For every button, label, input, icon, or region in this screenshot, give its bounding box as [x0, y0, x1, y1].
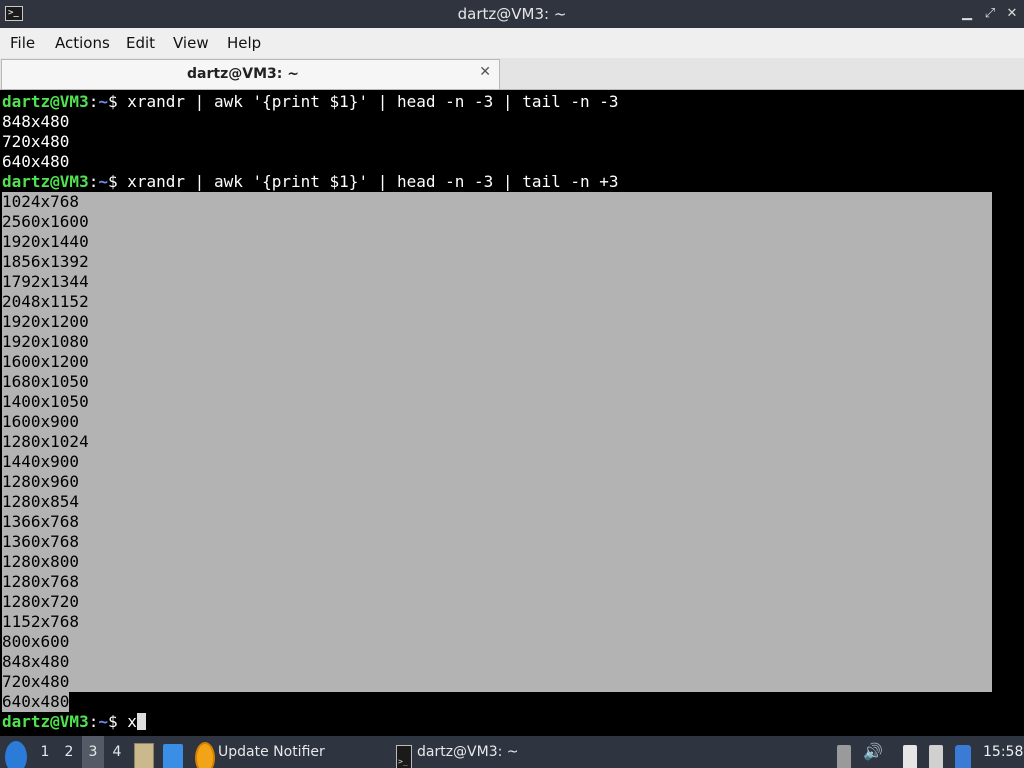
start-menu-icon[interactable] [5, 741, 27, 768]
output-line: 1280x768 [2, 572, 80, 591]
output-line: 800x600 [2, 632, 70, 651]
output-line: 1400x1050 [2, 392, 89, 411]
output-line: 1280x1024 [2, 432, 89, 451]
file-manager-icon[interactable] [134, 743, 154, 768]
update-notifier-icon [195, 742, 215, 768]
workspace-3[interactable]: 3 [82, 736, 104, 768]
window-title: dartz@VM3: ~ [457, 5, 567, 23]
workspace-2[interactable]: 2 [58, 736, 80, 768]
volume-icon[interactable]: 🔊 [863, 736, 883, 768]
workspace-1[interactable]: 1 [34, 736, 56, 768]
output-line: 1024x768 [2, 192, 80, 211]
output-line: 1792x1344 [2, 272, 89, 291]
output-line: 1680x1050 [2, 372, 89, 391]
command-input-text: x [127, 712, 137, 731]
command-text: xrandr | awk '{print $1}' | head -n -3 |… [127, 92, 619, 111]
output-line: 1280x854 [2, 492, 80, 511]
menu-help[interactable]: Help [227, 34, 261, 52]
output-line: 1280x720 [2, 592, 80, 611]
taskbar: 1 2 3 4 Update Notifier >_ dartz@VM3: ~ … [0, 736, 1024, 768]
tab-close-icon[interactable]: ✕ [479, 64, 491, 80]
output-line: 1600x900 [2, 412, 80, 431]
tab-title: dartz@VM3: ~ [187, 66, 299, 82]
output-line: 1366x768 [2, 512, 80, 531]
clock[interactable]: 15:58 [983, 736, 1023, 768]
show-desktop-icon[interactable] [163, 744, 183, 768]
output-line: 1280x960 [2, 472, 80, 491]
output-line: 1152x768 [2, 612, 80, 631]
text-selection [2, 192, 992, 692]
tab-terminal[interactable]: dartz@VM3: ~ ✕ [1, 59, 500, 89]
task-label: dartz@VM3: ~ [417, 744, 519, 760]
terminal-icon: >_ [396, 745, 412, 768]
output-line: 720x480 [2, 672, 70, 691]
text-cursor [136, 713, 146, 730]
tab-bar: dartz@VM3: ~ ✕ [0, 58, 1024, 90]
output-line: 1440x900 [2, 452, 80, 471]
output-line: 1360x768 [2, 532, 80, 551]
output-line: 2560x1600 [2, 212, 89, 231]
close-button[interactable]: ✕ [1003, 5, 1021, 23]
output-line: 1856x1392 [2, 252, 89, 271]
task-terminal[interactable]: >_ dartz@VM3: ~ [392, 736, 582, 768]
task-label: Update Notifier [218, 744, 325, 760]
output-line: 1920x1200 [2, 312, 89, 331]
output-line: 720x480 [2, 132, 70, 151]
output-line: 1920x1080 [2, 332, 89, 351]
restore-button[interactable]: ⤢ [981, 5, 999, 23]
output-line: 2048x1152 [2, 292, 89, 311]
output-line: 1920x1440 [2, 232, 89, 251]
network-icon[interactable] [929, 745, 943, 768]
output-line: 848x480 [2, 112, 70, 131]
prompt-line[interactable]: dartz@VM3:~$ x [2, 712, 146, 732]
menu-view[interactable]: View [173, 34, 209, 52]
prompt-line: dartz@VM3:~$ xrandr | awk '{print $1}' |… [2, 172, 619, 191]
menu-edit[interactable]: Edit [126, 34, 155, 52]
menu-bar: File Actions Edit View Help [0, 28, 1024, 58]
window-titlebar: >_ dartz@VM3: ~ ▁ ⤢ ✕ [0, 0, 1024, 28]
workspace-4[interactable]: 4 [106, 736, 128, 768]
menu-file[interactable]: File [10, 34, 35, 52]
command-text: xrandr | awk '{print $1}' | head -n -3 |… [127, 172, 619, 191]
update-tray-icon[interactable] [955, 745, 971, 768]
output-line: 640x480 [2, 692, 70, 712]
task-update-notifier[interactable]: Update Notifier [192, 736, 382, 768]
minimize-button[interactable]: ▁ [958, 5, 976, 23]
tray-keyboard-icon[interactable] [837, 745, 851, 768]
output-line: 1600x1200 [2, 352, 89, 371]
prompt-line: dartz@VM3:~$ xrandr | awk '{print $1}' |… [2, 92, 619, 111]
output-line: 640x480 [2, 152, 70, 171]
terminal-view[interactable]: dartz@VM3:~$ xrandr | awk '{print $1}' |… [0, 92, 1024, 736]
clipboard-icon[interactable] [903, 745, 917, 768]
output-line: 1280x800 [2, 552, 80, 571]
menu-actions[interactable]: Actions [55, 34, 110, 52]
output-line: 848x480 [2, 652, 70, 671]
